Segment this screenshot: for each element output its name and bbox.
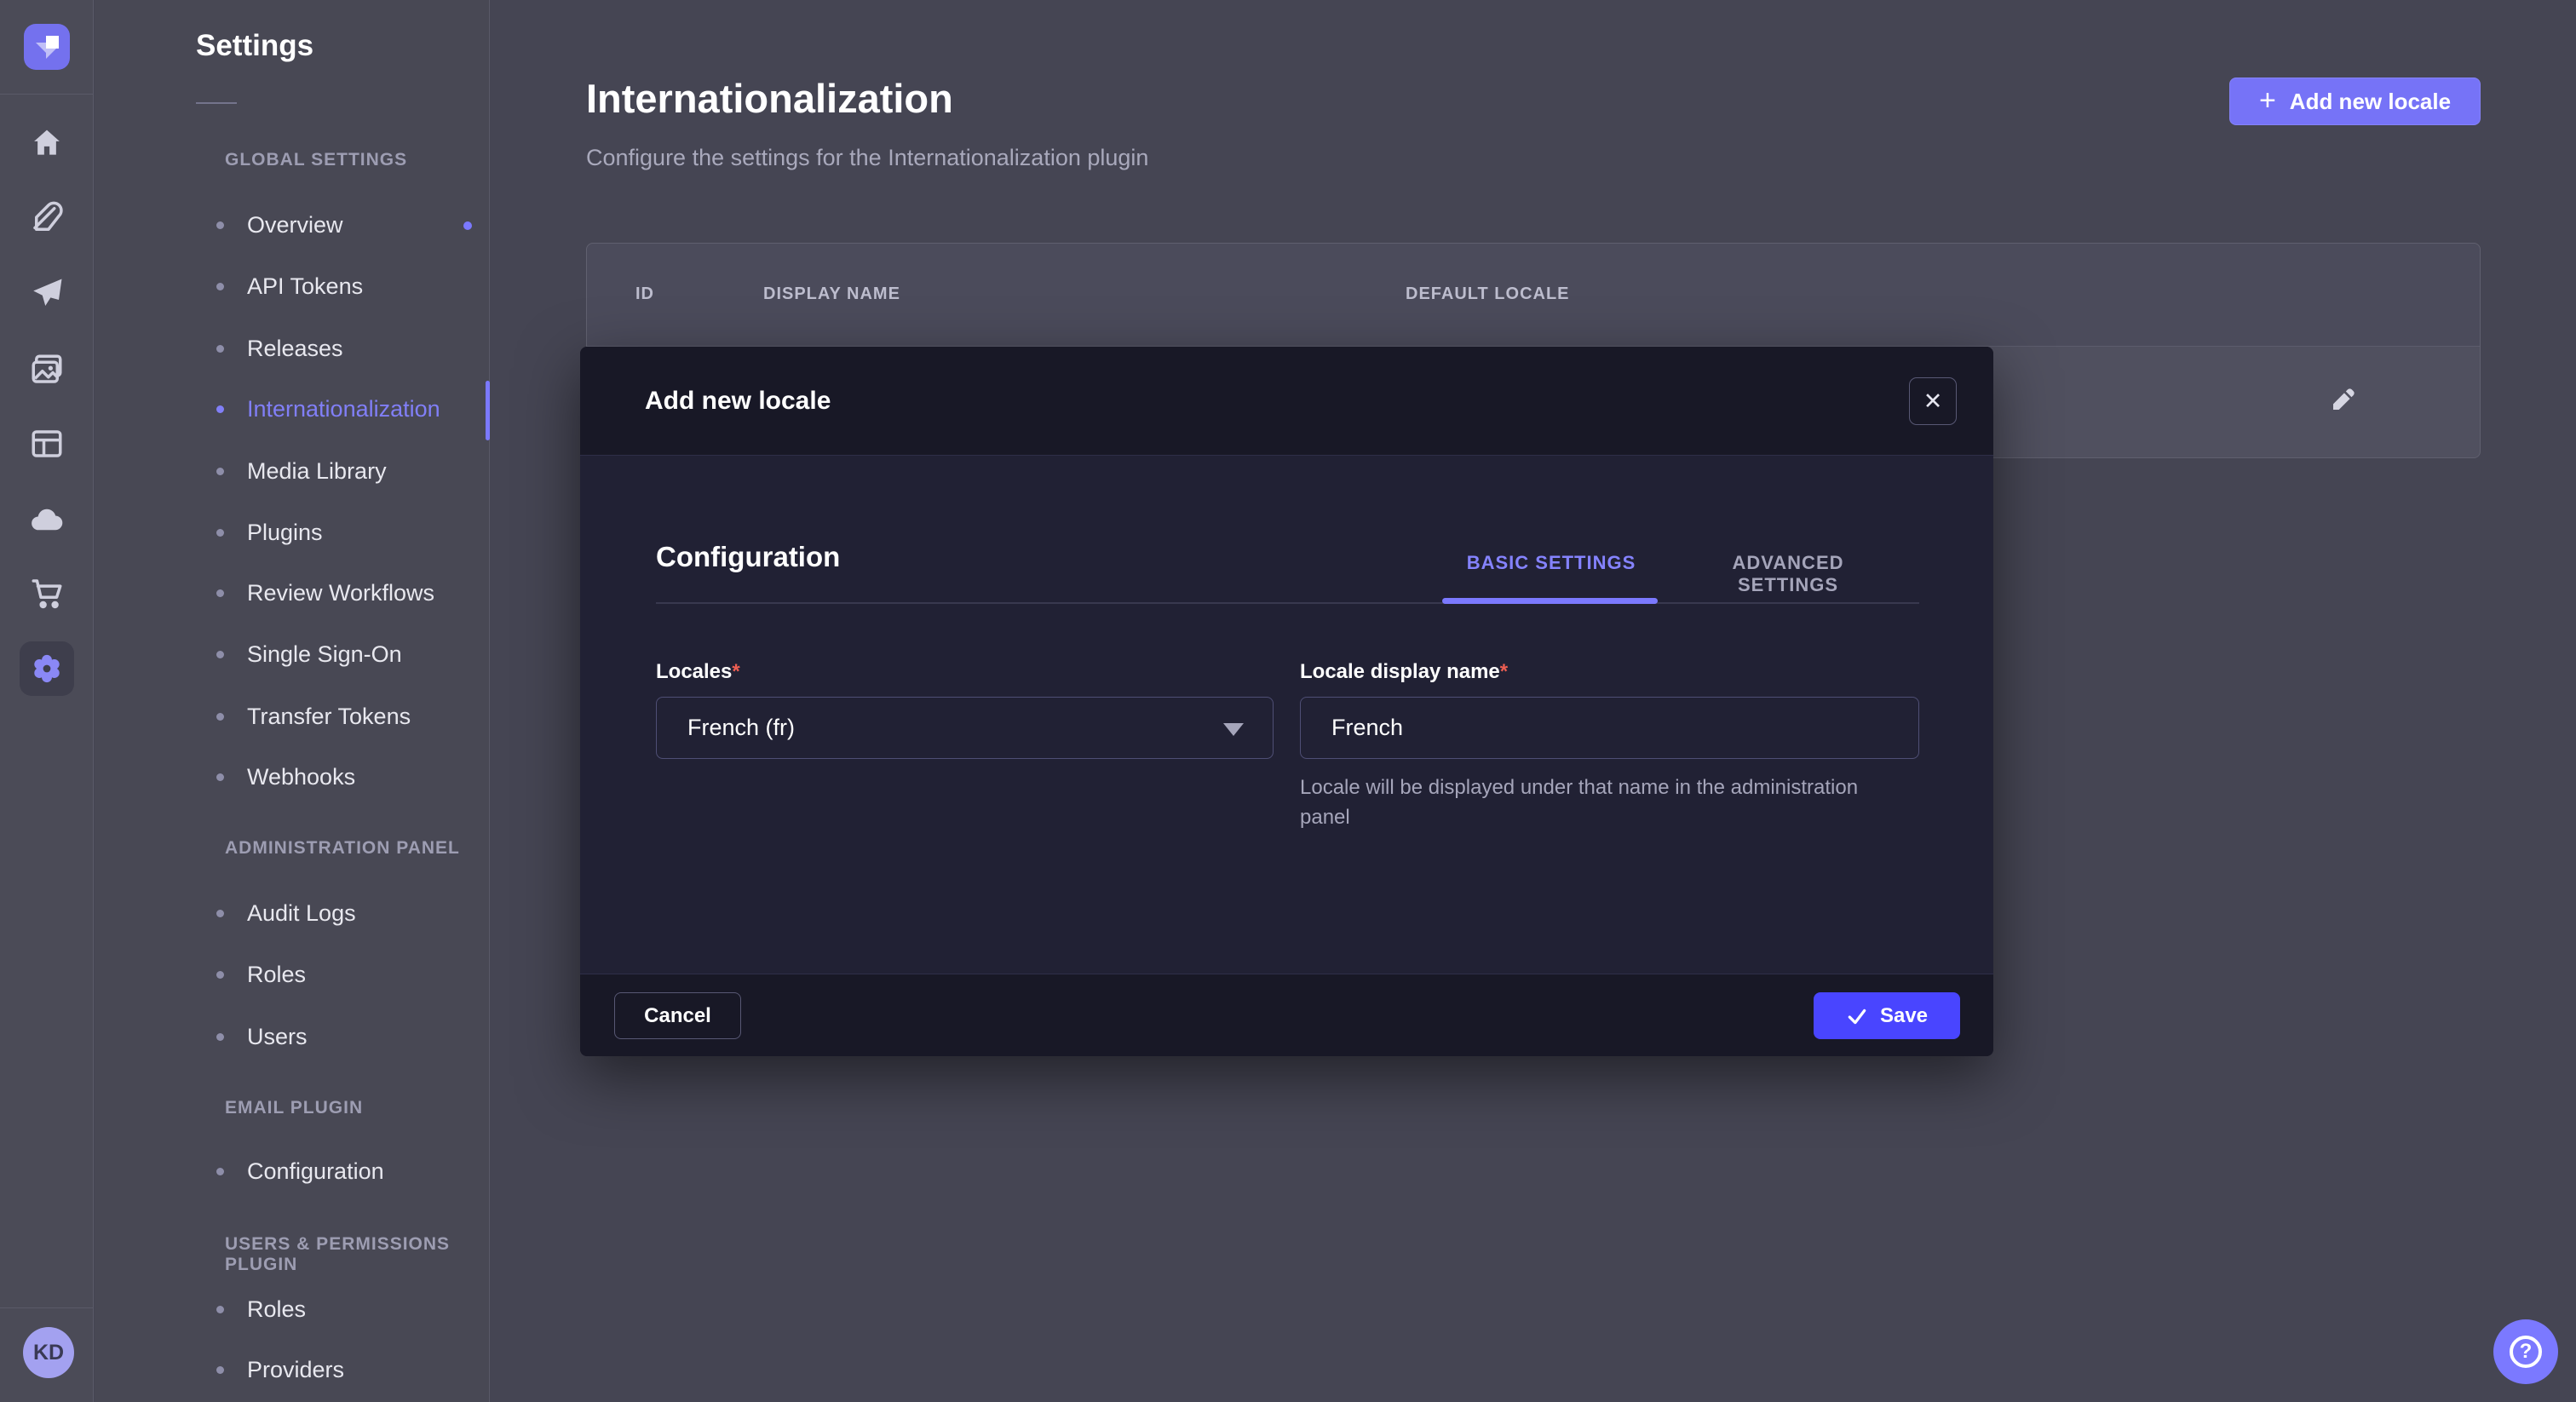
- sidebar-item-label: Roles: [247, 962, 306, 988]
- tabs-divider: [656, 602, 1919, 604]
- paper-plane-icon[interactable]: [0, 275, 94, 313]
- check-icon: [1846, 1005, 1868, 1027]
- column-header-default-locale: DEFAULT LOCALE: [1406, 284, 1570, 304]
- sidebar-item-webhooks[interactable]: Webhooks: [95, 760, 490, 794]
- sidebar-item-label: Configuration: [247, 1158, 384, 1185]
- section-global-settings: GLOBAL SETTINGS: [225, 150, 407, 170]
- add-new-locale-button[interactable]: + Add new locale: [2229, 78, 2481, 125]
- close-icon[interactable]: ✕: [1909, 377, 1957, 425]
- active-item-indicator: [486, 381, 490, 440]
- sidebar-item-label: Audit Logs: [247, 900, 356, 927]
- media-library-icon[interactable]: [0, 351, 94, 388]
- locales-select[interactable]: French (fr): [656, 697, 1274, 759]
- layout-icon[interactable]: [0, 425, 94, 463]
- section-email-plugin: EMAIL PLUGIN: [225, 1098, 363, 1118]
- sidebar-item-label: API Tokens: [247, 273, 363, 300]
- cart-icon[interactable]: [0, 574, 94, 612]
- add-new-locale-label: Add new locale: [2290, 89, 2451, 115]
- sidebar-item-label: Single Sign-On: [247, 641, 402, 668]
- rail-divider: [0, 94, 94, 95]
- sidebar-item-label: Releases: [247, 336, 343, 362]
- sidebar-item-audit-logs[interactable]: Audit Logs: [95, 896, 490, 930]
- home-icon[interactable]: [0, 124, 94, 162]
- configuration-heading: Configuration: [656, 541, 840, 573]
- rail-divider-bottom: [0, 1307, 94, 1308]
- sidebar-item-api-tokens[interactable]: API Tokens: [95, 269, 490, 303]
- sidebar-item-overview[interactable]: Overview: [95, 208, 490, 242]
- sidebar-item-label: Media Library: [247, 458, 387, 485]
- feather-icon[interactable]: [0, 200, 94, 238]
- table-header-row: ID DISPLAY NAME DEFAULT LOCALE: [587, 244, 2480, 347]
- sidebar-item-review-workflows[interactable]: Review Workflows: [95, 576, 490, 610]
- sidebar-item-transfer-tokens[interactable]: Transfer Tokens: [95, 699, 490, 733]
- display-name-hint: Locale will be displayed under that name…: [1300, 773, 1862, 832]
- help-button[interactable]: ?: [2493, 1319, 2558, 1384]
- sidebar-item-admin-roles[interactable]: Roles: [95, 957, 490, 991]
- add-new-locale-modal: Add new locale ✕ Configuration BASIC SET…: [580, 347, 1993, 1056]
- display-name-label: Locale display name*: [1300, 660, 1508, 684]
- modal-footer: Cancel Save: [580, 974, 1993, 1056]
- sidebar-item-up-providers[interactable]: Providers: [95, 1353, 490, 1387]
- sidebar-item-label: Roles: [247, 1296, 306, 1323]
- app-icon-rail: KD: [0, 0, 94, 1402]
- save-button[interactable]: Save: [1814, 992, 1960, 1039]
- sidebar-item-label: Plugins: [247, 520, 323, 546]
- sidebar-item-single-sign-on[interactable]: Single Sign-On: [95, 637, 490, 671]
- modal-header: Add new locale ✕: [580, 347, 1993, 456]
- modal-body: Configuration BASIC SETTINGS ADVANCED SE…: [580, 456, 1993, 974]
- edit-pencil-icon[interactable]: [2325, 381, 2362, 418]
- title-rule: [196, 102, 237, 104]
- column-header-id: ID: [635, 284, 654, 304]
- tab-basic-settings[interactable]: BASIC SETTINGS: [1462, 551, 1642, 575]
- sidebar-item-up-roles[interactable]: Roles: [95, 1292, 490, 1326]
- page-subtitle: Configure the settings for the Internati…: [586, 145, 1148, 171]
- required-asterisk: *: [1500, 660, 1508, 683]
- section-administration-panel: ADMINISTRATION PANEL: [225, 838, 460, 859]
- sidebar-title: Settings: [196, 29, 313, 63]
- display-name-input[interactable]: [1300, 697, 1919, 759]
- sidebar-item-label: Overview: [247, 212, 343, 238]
- sidebar-item-internationalization[interactable]: Internationalization: [95, 392, 490, 426]
- active-tab-underline: [1442, 598, 1658, 604]
- sidebar-item-releases[interactable]: Releases: [95, 331, 490, 365]
- sidebar-item-label: Webhooks: [247, 764, 355, 790]
- sidebar-item-label: Review Workflows: [247, 580, 434, 606]
- strapi-logo: [24, 24, 70, 70]
- settings-sidebar: Settings GLOBAL SETTINGS Overview API To…: [95, 0, 490, 1402]
- tab-advanced-settings[interactable]: ADVANCED SETTINGS: [1686, 551, 1891, 597]
- cloud-icon[interactable]: [0, 501, 94, 538]
- sidebar-item-media-library[interactable]: Media Library: [95, 454, 490, 488]
- display-name-label-text: Locale display name: [1300, 660, 1500, 683]
- user-avatar[interactable]: KD: [23, 1327, 74, 1378]
- sidebar-item-label: Users: [247, 1024, 308, 1050]
- cancel-button[interactable]: Cancel: [614, 992, 741, 1039]
- save-label: Save: [1880, 1004, 1928, 1028]
- sidebar-item-label: Internationalization: [247, 396, 440, 422]
- locales-select-value: French (fr): [687, 698, 795, 758]
- notification-dot: [463, 221, 472, 230]
- settings-gear-icon[interactable]: [20, 641, 74, 696]
- page-title: Internationalization: [586, 75, 953, 122]
- chevron-down-icon: [1223, 723, 1244, 736]
- locales-label-text: Locales: [656, 660, 732, 683]
- required-asterisk: *: [732, 660, 739, 683]
- plus-icon: +: [2259, 86, 2276, 115]
- sidebar-item-admin-users[interactable]: Users: [95, 1020, 490, 1054]
- strapi-logo-glyph: [24, 24, 70, 70]
- sidebar-item-label: Providers: [247, 1357, 344, 1383]
- sidebar-item-label: Transfer Tokens: [247, 704, 411, 730]
- modal-title: Add new locale: [645, 347, 831, 456]
- sidebar-item-plugins[interactable]: Plugins: [95, 515, 490, 549]
- locales-label: Locales*: [656, 660, 740, 684]
- question-mark-icon: ?: [2510, 1336, 2542, 1368]
- sidebar-item-email-configuration[interactable]: Configuration: [95, 1154, 490, 1188]
- column-header-display-name: DISPLAY NAME: [763, 284, 900, 304]
- section-users-permissions-plugin: USERS & PERMISSIONS PLUGIN: [225, 1234, 489, 1275]
